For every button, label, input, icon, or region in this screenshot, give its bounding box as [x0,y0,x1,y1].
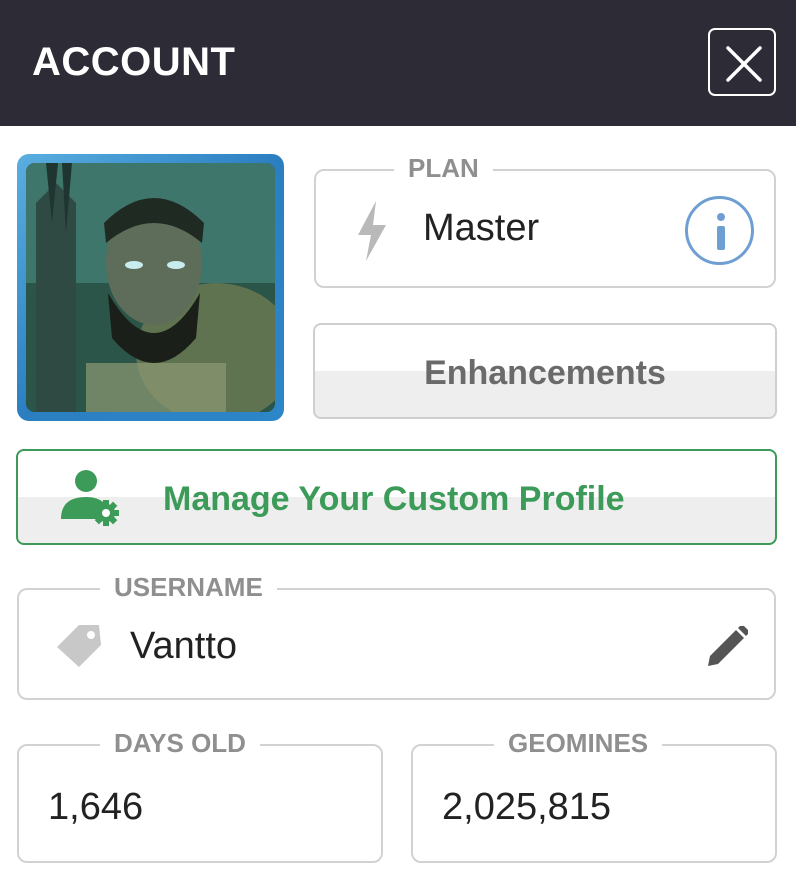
geomines-legend: GEOMINES [494,728,663,759]
days-old-field: DAYS OLD 1,646 [17,728,383,863]
avatar-photo [26,163,275,412]
info-icon-stem [717,226,725,250]
info-icon [717,213,725,221]
plan-legend: PLAN [394,153,493,184]
tag-icon [57,625,101,667]
header-bar: ACCOUNT [0,0,796,126]
geomines-field: GEOMINES 2,025,815 [411,728,777,863]
days-old-value: 1,646 [48,786,144,828]
close-icon [726,46,762,82]
pencil-icon[interactable] [706,626,748,668]
days-old-legend: DAYS OLD [100,728,260,759]
geomines-value: 2,025,815 [442,786,612,828]
lightning-bolt-icon [358,201,386,261]
enhancements-button[interactable]: Enhancements [313,323,777,419]
username-field: USERNAME Vantto [17,572,776,700]
username-legend: USERNAME [100,572,277,603]
enhancements-label: Enhancements [424,354,666,392]
avatar-image [26,163,275,412]
close-button[interactable] [708,28,776,96]
plan-value: Master [423,207,540,249]
plan-field: PLAN Master [314,153,776,288]
manage-profile-label: Manage Your Custom Profile [163,480,625,518]
username-value: Vantto [130,625,238,667]
manage-profile-button[interactable]: Manage Your Custom Profile [16,449,777,545]
avatar[interactable] [17,154,284,421]
page-title: ACCOUNT [32,40,236,84]
info-button[interactable] [685,196,754,265]
user-gear-icon [61,470,119,526]
